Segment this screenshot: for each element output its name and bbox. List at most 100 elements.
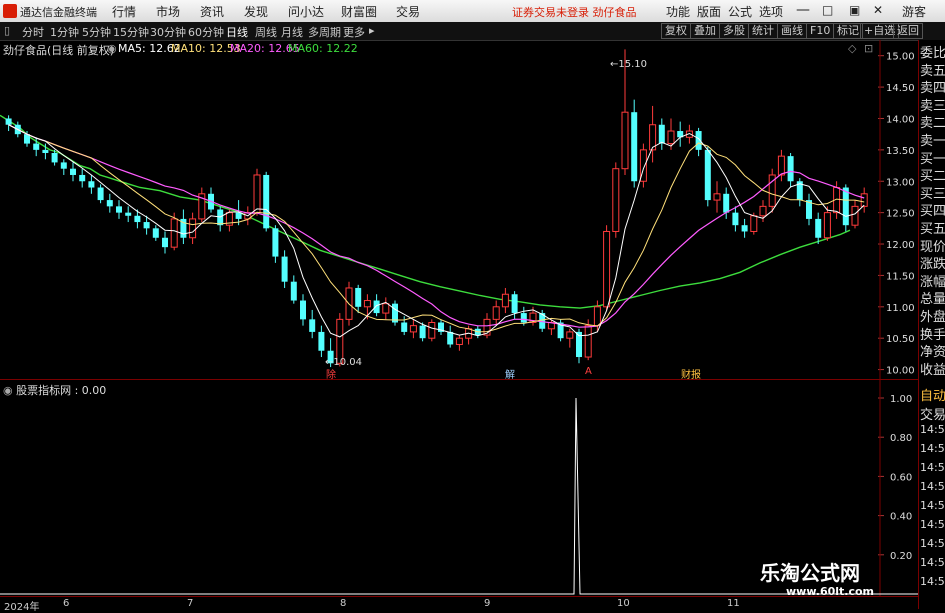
menu-discover[interactable]: 发现 (244, 3, 268, 20)
side-trade-item[interactable]: 自动 (920, 385, 945, 404)
menu-market[interactable]: 市场 (156, 3, 180, 20)
title-bar: 通达信金融终端 行情 市场 资讯 发现 问小达 财富圈 交易 证券交易未登录 劲… (0, 0, 945, 23)
menu-layout[interactable]: 版面 (697, 3, 721, 20)
menu-wealth[interactable]: 财富圈 (341, 3, 377, 20)
toolbar-btn-3[interactable]: 多股 (719, 23, 749, 39)
side-tab[interactable]: 卖四 (920, 77, 945, 96)
price-tick-label: 11.50 (886, 271, 915, 282)
tab-period-3[interactable]: 5分钟 (82, 24, 111, 40)
grid-toggle-icon[interactable]: ▯ (4, 24, 10, 37)
candle-body (170, 218, 178, 248)
candle-body (593, 306, 601, 327)
menu-trade[interactable]: 交易 (396, 3, 420, 20)
side-tab[interactable]: 涨跌 (920, 253, 945, 272)
side-trade-item[interactable]: 14:50 (920, 480, 945, 493)
menu-function[interactable]: 功能 (666, 3, 690, 20)
candle-body (152, 228, 159, 238)
side-tab[interactable]: 委比 (920, 42, 945, 61)
login-warning[interactable]: 证券交易未登录 劲仔食品 (512, 4, 637, 20)
candle-body (842, 187, 849, 226)
tab-period-8[interactable]: 周线 (255, 24, 277, 40)
side-trade-item[interactable]: 14:50 (920, 556, 945, 569)
more-arrow-icon[interactable]: ▸ (369, 24, 375, 37)
side-tab[interactable]: 卖五 (920, 60, 945, 79)
side-trade-item[interactable]: 14:50 (920, 461, 945, 474)
candlestick-chart[interactable]: 15.00 14.50 14.00 13.50 13.00 12.50 12.00 11.50… (0, 40, 918, 379)
menu-formula[interactable]: 公式 (728, 3, 752, 20)
tab-period-4[interactable]: 15分钟 (113, 24, 149, 40)
side-trade-item[interactable]: 14:50 (920, 537, 945, 550)
menu-ask[interactable]: 问小达 (288, 3, 324, 20)
side-tab[interactable]: 买三 (920, 183, 945, 202)
candle-body (419, 325, 426, 339)
menu-options[interactable]: 选项 (759, 3, 783, 20)
tab-period-6[interactable]: 60分钟 (188, 24, 224, 40)
toolbar-btn-9[interactable]: 返回 (893, 23, 923, 39)
side-trade-item[interactable]: 14:50 (920, 442, 945, 455)
tab-period-5[interactable]: 30分钟 (150, 24, 186, 40)
side-tab[interactable]: 卖三 (920, 95, 945, 114)
candle-body (373, 300, 380, 314)
candle-body (455, 337, 463, 345)
price-tick-label: 10.50 (886, 334, 915, 345)
side-trade-item[interactable]: 交易 (920, 404, 945, 423)
side-trade-item[interactable]: 14:50 (920, 423, 945, 436)
candle-body (189, 218, 197, 239)
toolbar-btn-6[interactable]: F10 (806, 23, 835, 39)
app-name: 通达信金融终端 (20, 6, 97, 19)
indicator-axis-ticks: 1.00 0.80 0.60 0.40 0.20 (878, 380, 912, 596)
side-trade-item[interactable]: 14:50 (920, 499, 945, 512)
candle-body (106, 200, 113, 207)
maximize-icon[interactable]: □ (822, 3, 833, 17)
side-tab[interactable]: 买五 (920, 218, 945, 237)
side-tab[interactable]: 买二 (920, 165, 945, 184)
period-toolbar: ▯ 分时 1分钟 5分钟 15分钟 30分钟 60分钟 日线 周线 月线 多周期… (0, 22, 945, 41)
guest-label[interactable]: 游客 (902, 3, 926, 20)
side-trade-item[interactable]: 14:50 (920, 575, 945, 588)
candle-body (143, 222, 150, 229)
menu-news[interactable]: 资讯 (200, 3, 224, 20)
indicator-tick-label: 1.00 (890, 394, 912, 405)
candle-body (309, 319, 316, 332)
candle-body (732, 212, 739, 226)
toolbar-btn-2[interactable]: 叠加 (690, 23, 720, 39)
minimize-icon[interactable]: — (796, 3, 810, 17)
menu-quotes[interactable]: 行情 (112, 3, 136, 20)
tab-period-10[interactable]: 多周期 (308, 24, 341, 40)
side-tab[interactable]: 收益 (920, 359, 945, 378)
tab-period-2[interactable]: 1分钟 (50, 24, 79, 40)
side-tab[interactable]: 换手 (920, 324, 945, 343)
candle-body (79, 174, 86, 182)
side-tab[interactable]: 买四 (920, 200, 945, 219)
side-tab[interactable]: 外盘 (920, 306, 945, 325)
toolbar-btn-5[interactable]: 画线 (777, 23, 807, 39)
side-tab[interactable]: 涨幅 (920, 271, 945, 290)
candle-body (97, 187, 104, 201)
candle-body (382, 303, 390, 314)
candle-body (162, 237, 168, 248)
close-icon[interactable]: ✕ (873, 3, 883, 17)
restore-icon[interactable]: ▣ (849, 3, 860, 17)
side-tab[interactable]: 买一 (920, 148, 945, 167)
tab-period-9[interactable]: 月线 (281, 24, 303, 40)
tab-period-7[interactable]: 日线 (226, 24, 248, 40)
candle-body (60, 162, 67, 169)
tab-period-11[interactable]: 更多 (343, 24, 365, 40)
toolbar-btn-1[interactable]: 复权 (661, 23, 691, 39)
quote-side-panel: 委比 卖五 卖四 卖三 卖二 卖一 买一 买二 买三 买四 买五 现价 涨跌 涨幅 总量 外盘 换手 净资 收益自动… (918, 40, 945, 609)
side-tab[interactable]: 净资 (920, 341, 945, 360)
candle-body (723, 193, 730, 213)
side-tab[interactable]: 总量 (920, 288, 945, 307)
side-trade-item[interactable]: 14:50 (920, 518, 945, 531)
event-mark-a[interactable]: A (585, 366, 592, 377)
candle-body (520, 313, 527, 323)
side-tab[interactable]: 卖一 (920, 130, 945, 149)
toolbar-btn-4[interactable]: 统计 (748, 23, 778, 39)
toolbar-btn-7[interactable]: 标记 (833, 23, 863, 39)
side-tab[interactable]: 卖二 (920, 112, 945, 131)
tab-period-1[interactable]: 分时 (22, 24, 44, 40)
candle-body (253, 174, 261, 214)
side-tab[interactable]: 现价 (920, 236, 945, 255)
candle-body (272, 228, 279, 257)
x-label-aug: 8 (340, 598, 347, 609)
